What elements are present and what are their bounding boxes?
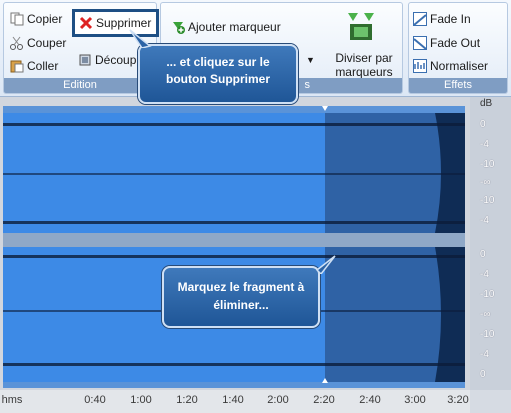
db-scale: dB 0 -4 -10 -∞ -10 -4 0 -4 -10 -∞ -10 -4… (470, 97, 511, 390)
fade-in-icon (413, 12, 427, 26)
crop-icon (78, 53, 92, 67)
delete-x-icon (79, 16, 93, 30)
add-marker-icon (171, 20, 185, 34)
timeline-tick: 2:20 (313, 394, 335, 406)
paste-button[interactable]: Coller (10, 56, 58, 76)
add-marker-label: Ajouter marqueur (188, 20, 281, 34)
db-label: -4 (480, 215, 489, 226)
timeline-tick: 1:20 (176, 394, 198, 406)
cut-button[interactable]: Couper (10, 33, 66, 53)
callout-delete-text: ... et cliquez sur le bouton Supprimer (166, 55, 270, 86)
scissors-icon (10, 36, 24, 50)
add-marker-button[interactable]: Ajouter marqueur (171, 17, 281, 37)
db-label: -4 (480, 269, 489, 280)
dropdown-arrow-icon[interactable]: ▼ (306, 55, 315, 65)
db-label: -10 (480, 159, 495, 170)
fade-out-label: Fade Out (430, 36, 481, 50)
waveform-svg[interactable] (0, 97, 470, 390)
fade-out-button[interactable]: Fade Out (413, 33, 480, 53)
callout-delete-pointer (129, 29, 152, 48)
group-label-effects: Effets (409, 78, 507, 93)
callout-mark-hint: Marquez le fragment à éliminer... (162, 266, 320, 328)
normalize-icon (413, 59, 427, 73)
split-by-markers-button[interactable]: Diviser par marqueurs (331, 51, 397, 79)
fade-out-icon (413, 36, 427, 50)
group-edition: Copier Couper Coller Supprimer Découp Ed… (3, 2, 159, 94)
db-label: -∞ (480, 177, 491, 188)
db-label: -4 (480, 139, 489, 150)
crop-label: Découp (95, 53, 137, 67)
timeline-tick: 2:40 (359, 394, 381, 406)
paste-icon (10, 59, 24, 73)
timeline-tick: 3:00 (404, 394, 426, 406)
timeline-ruler[interactable]: hms 0:40 1:00 1:20 1:40 2:00 2:20 2:40 3… (0, 390, 470, 413)
callout-mark-text: Marquez le fragment à éliminer... (177, 280, 305, 312)
timeline-unit: hms (1, 394, 23, 406)
copy-label: Copier (27, 12, 63, 26)
split-markers-icon (346, 12, 376, 45)
db-label: 0 (480, 249, 486, 260)
db-label: 0 (480, 119, 486, 130)
group-effects: Fade In Fade Out Normaliser Effets (408, 2, 508, 94)
timeline-tick: 0:40 (84, 394, 106, 406)
paste-label: Coller (27, 59, 59, 73)
callout-delete-hint: ... et cliquez sur le bouton Supprimer (138, 44, 298, 104)
db-unit: dB (480, 98, 493, 109)
fade-in-button[interactable]: Fade In (413, 9, 471, 29)
normalize-button[interactable]: Normaliser (413, 56, 488, 76)
copy-button[interactable]: Copier (10, 9, 62, 29)
waveform-area[interactable] (0, 97, 511, 413)
crop-button[interactable]: Découp (78, 50, 136, 70)
copy-icon (10, 12, 24, 26)
timeline-tick: 2:00 (267, 394, 289, 406)
db-label: -10 (480, 329, 495, 340)
group-label-edition: Edition (4, 78, 156, 93)
callout-mark-pointer (315, 255, 336, 274)
db-label: -4 (480, 349, 489, 360)
fade-in-label: Fade In (430, 12, 471, 26)
db-label: 0 (480, 369, 486, 380)
db-label: -10 (480, 195, 495, 206)
db-label: -10 (480, 289, 495, 300)
group-label-markers-text: s (304, 79, 311, 91)
timeline-tick: 1:40 (222, 394, 244, 406)
db-label: -∞ (480, 309, 491, 320)
cut-label: Couper (27, 36, 67, 50)
timeline-tick: 3:20 (447, 394, 469, 406)
normalize-label: Normaliser (430, 59, 489, 73)
timeline-tick: 1:00 (130, 394, 152, 406)
